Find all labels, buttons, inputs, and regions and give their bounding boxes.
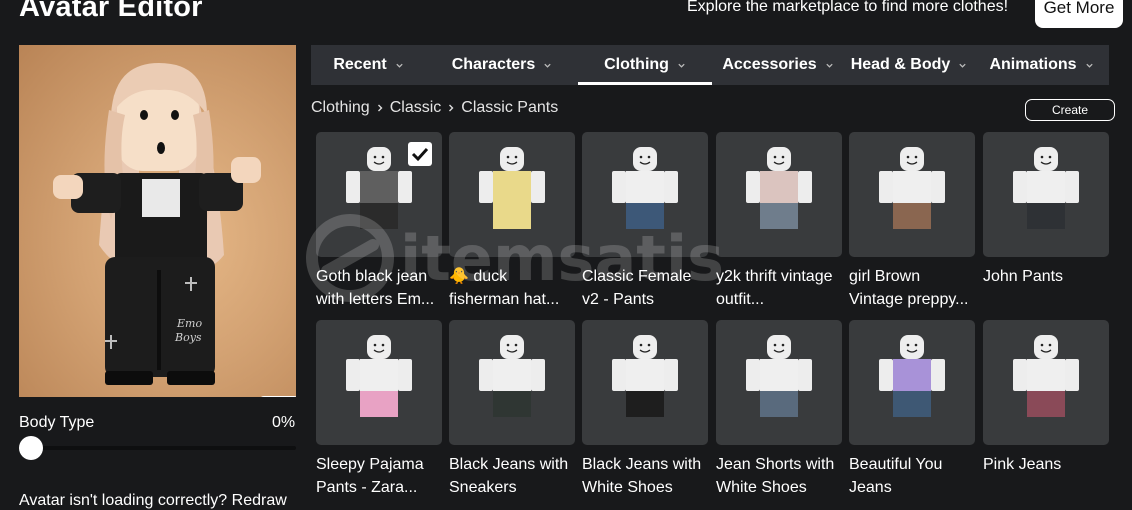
item-preview-figure — [1013, 147, 1079, 229]
tab-label: Recent — [333, 56, 387, 73]
tab-label: Head & Body — [850, 56, 951, 73]
item-thumbnail — [582, 132, 708, 257]
tab-label: Clothing — [604, 56, 669, 73]
item-card[interactable]: Beautiful You Jeans — [849, 320, 975, 499]
item-thumbnail — [716, 320, 842, 445]
item-name[interactable]: Black Jeans with White Shoes — [582, 453, 710, 499]
item-card[interactable]: y2k thrift vintage outfit... — [716, 132, 842, 311]
item-thumbnail — [449, 320, 575, 445]
item-card[interactable]: Goth black jean with letters Em... — [316, 132, 442, 311]
item-name[interactable]: Goth black jean with letters Em... — [316, 265, 444, 311]
item-card[interactable]: 🐥 duck fisherman hat... — [449, 132, 575, 311]
item-card[interactable]: girl Brown Vintage preppy... — [849, 132, 975, 311]
item-thumbnail — [983, 132, 1109, 257]
item-card[interactable]: Sleepy Pajama Pants - Zara... — [316, 320, 442, 499]
body-type-slider-thumb[interactable] — [19, 436, 43, 460]
tab-recent[interactable]: Recent — [311, 45, 426, 85]
body-type-value: 0% — [272, 414, 296, 431]
item-preview-figure — [346, 335, 412, 417]
item-preview-figure — [746, 335, 812, 417]
item-preview-figure — [612, 147, 678, 229]
item-thumbnail — [983, 320, 1109, 445]
item-card[interactable]: Jean Shorts with White Shoes — [716, 320, 842, 499]
tab-label: Animations — [989, 56, 1077, 73]
item-name[interactable]: Jean Shorts with White Shoes — [716, 453, 844, 499]
item-preview-figure — [1013, 335, 1079, 417]
item-name[interactable]: Pink Jeans — [983, 453, 1111, 476]
tab-characters[interactable]: Characters — [426, 45, 578, 85]
item-thumbnail — [849, 132, 975, 257]
toggle-2d-button[interactable]: 2D — [259, 396, 296, 397]
tab-head-body[interactable]: Head & Body — [844, 45, 974, 85]
item-name[interactable]: John Pants — [983, 265, 1111, 288]
item-name[interactable]: 🐥 duck fisherman hat... — [449, 265, 577, 311]
item-preview-figure — [879, 335, 945, 417]
tab-accessories[interactable]: Accessories — [712, 45, 844, 85]
item-preview-figure — [479, 335, 545, 417]
tab-clothing[interactable]: Clothing — [578, 45, 712, 85]
chevron-down-icon — [678, 63, 685, 68]
create-button[interactable]: Create — [1025, 99, 1115, 121]
checkmark-icon[interactable] — [408, 142, 432, 166]
breadcrumb-item-clothing[interactable]: Clothing — [311, 99, 370, 117]
body-type-slider-track[interactable] — [19, 446, 296, 450]
item-name[interactable]: girl Brown Vintage preppy... — [849, 265, 977, 311]
body-type-label: Body Type — [19, 414, 95, 431]
avatar-loading-help-text: Avatar isn't loading correctly? Redraw — [19, 492, 287, 509]
item-card[interactable]: Black Jeans with Sneakers — [449, 320, 575, 499]
svg-text:Boys: Boys — [174, 331, 202, 344]
avatar-preview: Emo Boys 2D — [19, 45, 296, 397]
item-thumbnail — [316, 132, 442, 257]
item-thumbnail — [849, 320, 975, 445]
breadcrumb-item-classic-pants: Classic Pants — [461, 99, 559, 116]
breadcrumb: Clothing Classic Classic Pants — [311, 99, 558, 117]
chevron-down-icon — [825, 63, 833, 68]
get-more-button[interactable]: Get More — [1035, 0, 1123, 28]
item-card[interactable]: Black Jeans with White Shoes — [582, 320, 708, 499]
chevron-down-icon — [1085, 63, 1093, 68]
item-name[interactable]: Sleepy Pajama Pants - Zara... — [316, 453, 444, 499]
item-name[interactable]: y2k thrift vintage outfit... — [716, 265, 844, 311]
chevron-down-icon — [959, 63, 966, 68]
chevron-right-icon — [377, 104, 383, 112]
chevron-right-icon — [449, 104, 454, 112]
item-name[interactable]: Beautiful You Jeans — [849, 453, 977, 499]
page-title: Avatar Editor — [19, 0, 203, 23]
item-thumbnail — [716, 132, 842, 257]
item-card[interactable]: Classic Female v2 - Pants — [582, 132, 708, 311]
item-preview-figure — [879, 147, 945, 229]
svg-text:Emo: Emo — [176, 317, 202, 330]
tab-label: Characters — [451, 56, 536, 73]
chevron-down-icon — [396, 63, 403, 68]
item-thumbnail — [582, 320, 708, 445]
item-thumbnail — [449, 132, 575, 257]
item-card[interactable]: John Pants — [983, 132, 1109, 288]
item-name[interactable]: Black Jeans with Sneakers — [449, 453, 577, 499]
tab-label: Accessories — [722, 56, 817, 73]
item-preview-figure — [612, 335, 678, 417]
breadcrumb-item-classic[interactable]: Classic — [390, 99, 442, 117]
item-card[interactable]: Pink Jeans — [983, 320, 1109, 476]
tab-animations[interactable]: Animations — [974, 45, 1109, 85]
marketplace-promo-text: Explore the marketplace to find more clo… — [687, 0, 1009, 15]
chevron-down-icon — [544, 63, 551, 68]
avatar-figure: Emo Boys — [53, 63, 261, 385]
item-thumbnail — [316, 320, 442, 445]
item-name[interactable]: Classic Female v2 - Pants — [582, 265, 710, 311]
item-preview-figure — [746, 147, 812, 229]
item-preview-figure — [479, 147, 545, 229]
category-tabs: Recent Characters Clothing Accessories H… — [311, 45, 1109, 85]
